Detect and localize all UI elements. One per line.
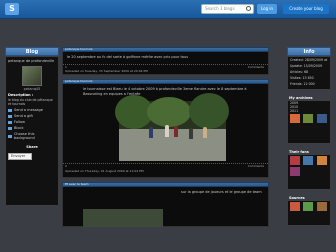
archive-thumbnail[interactable] xyxy=(316,114,327,123)
post-meta: 2 Comments xyxy=(63,163,268,168)
gravel-ground xyxy=(119,129,226,161)
sources-box xyxy=(287,200,331,226)
post-meta: 1 Comments xyxy=(63,64,268,69)
search-icon[interactable] xyxy=(246,6,251,11)
block-icon xyxy=(8,126,12,130)
blog-header: Blog xyxy=(5,47,59,56)
left-sidebar: Blog petanque de profondeville petanq45 … xyxy=(5,47,59,206)
fans-box xyxy=(287,154,331,190)
stat-line: Friends: 12 000 xyxy=(290,82,315,86)
post-body: le 20 septembre au fc del sarte à golfin… xyxy=(67,55,189,59)
archive-link[interactable]: 2011 xyxy=(288,109,330,113)
right-sidebar: Info Created: 28/09/2009 at Update: 15/0… xyxy=(287,47,331,226)
source-avatar[interactable] xyxy=(303,202,314,211)
facebook-share-button[interactable]: Envoyer xyxy=(8,153,32,160)
share-label: Share xyxy=(26,145,38,149)
person xyxy=(174,126,178,137)
search-placeholder: Search 1 blogs xyxy=(205,6,235,11)
tree-shape xyxy=(189,93,229,129)
main-content: petanque tournois le 20 septembre au fc … xyxy=(62,47,269,227)
source-avatar[interactable] xyxy=(290,202,300,211)
info-header: Info xyxy=(287,47,331,56)
skyrock-logo[interactable]: S xyxy=(5,3,19,15)
search-input[interactable]: Search 1 blogs xyxy=(201,4,254,14)
archives-box: 2009 2010 2011 xyxy=(287,100,331,144)
tree-shape xyxy=(147,97,191,127)
top-bar: S Search 1 blogs Log in Create your blog xyxy=(0,0,336,19)
post-body: sur la groupe de joueurs et le groupe de… xyxy=(181,190,262,194)
source-avatar[interactable] xyxy=(316,202,327,211)
post: le 20 septembre au fc del sarte à golfin… xyxy=(62,52,269,75)
post-date: Uploaded on Tuesday, 15 September 2009 a… xyxy=(65,69,148,73)
fan-avatar[interactable] xyxy=(290,156,300,165)
post-photo[interactable] xyxy=(115,93,229,161)
post-photo[interactable] xyxy=(83,209,163,227)
envelope-icon xyxy=(8,108,12,112)
post-date: Uploaded on Thursday, 01 August 2009 at … xyxy=(65,169,144,173)
fan-avatar[interactable] xyxy=(303,156,314,165)
fan-avatar[interactable] xyxy=(290,167,300,176)
archive-thumbnail[interactable] xyxy=(290,114,300,123)
info-box: Created: 28/09/2009 at Update: 15/09/200… xyxy=(287,56,331,90)
choose-background-link[interactable]: Choose this background xyxy=(6,131,58,141)
archive-thumbnail[interactable] xyxy=(303,114,314,123)
profile-box: petanque de profondeville petanq45 Descr… xyxy=(5,56,59,206)
person xyxy=(203,127,207,138)
person xyxy=(165,125,169,137)
login-button[interactable]: Log in xyxy=(257,4,277,14)
post: le tournaisse est Bizeu le 4 octobre 200… xyxy=(62,84,269,178)
avatar[interactable] xyxy=(22,66,42,86)
description-text: le blog du club de pétanque et tournois xyxy=(8,98,53,106)
person xyxy=(149,127,153,138)
image-icon xyxy=(8,134,12,138)
fan-avatar[interactable] xyxy=(316,156,327,165)
rating-count[interactable]: 2 xyxy=(65,164,67,168)
plus-icon xyxy=(8,120,12,124)
profile-name[interactable]: petanque de profondeville xyxy=(6,57,58,65)
post: sur la groupe de joueurs et le groupe de… xyxy=(62,187,269,227)
person xyxy=(189,128,193,139)
gift-icon xyxy=(8,114,12,118)
create-blog-button[interactable]: Create your blog xyxy=(283,4,329,14)
comments-link[interactable]: Comments xyxy=(248,164,264,168)
